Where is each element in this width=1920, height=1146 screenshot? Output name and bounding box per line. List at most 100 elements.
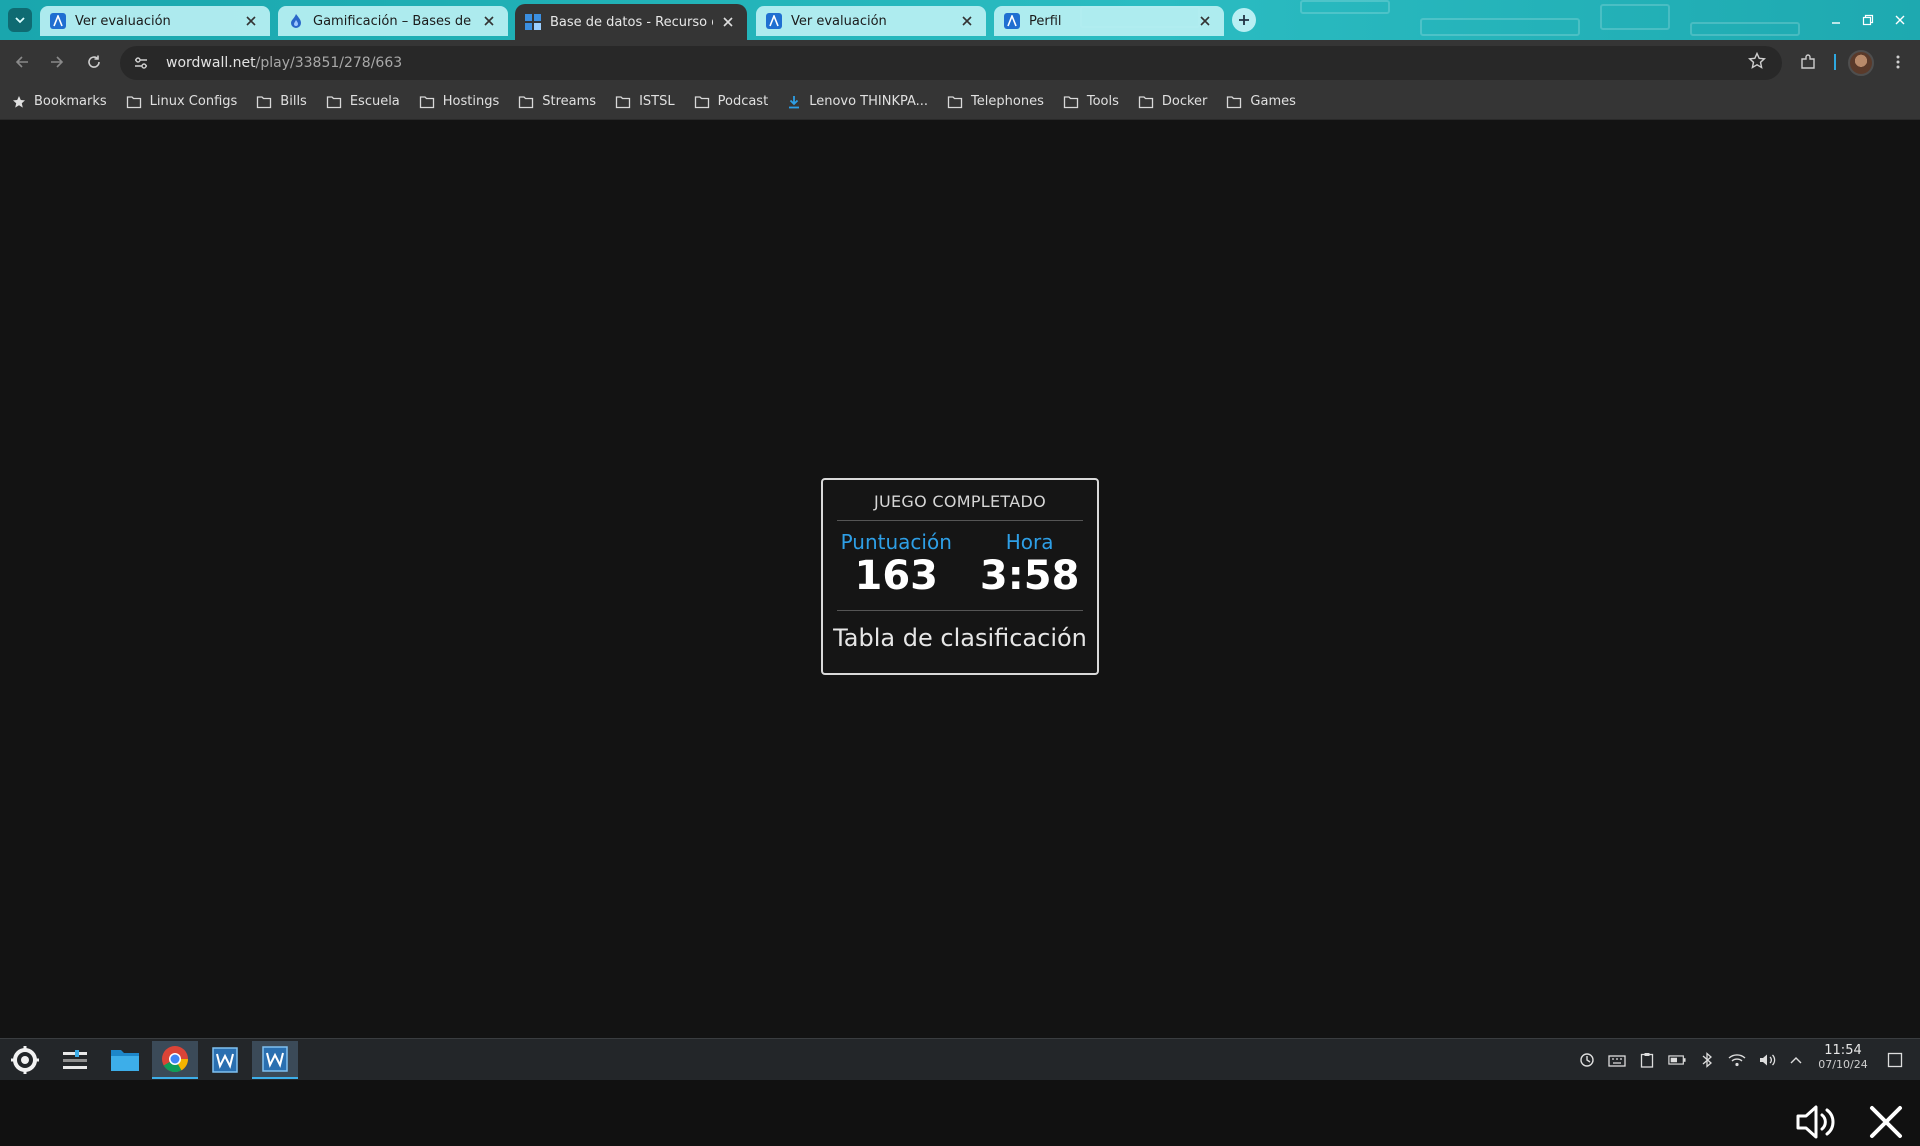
address-bar[interactable]: wordwall.net/play/33851/278/663 — [120, 46, 1782, 80]
sliders-icon — [63, 1050, 87, 1069]
wordwall-icon — [525, 14, 541, 30]
decor-shape — [1600, 4, 1670, 30]
kebab-menu-icon — [1896, 55, 1900, 69]
minimize-button[interactable] — [1826, 10, 1846, 30]
bookmark-escuela[interactable]: Escuela — [326, 94, 400, 109]
restore-button[interactable] — [1858, 10, 1878, 30]
app-launcher-button[interactable] — [2, 1041, 48, 1079]
bookmark-star-icon[interactable] — [1747, 51, 1770, 74]
bookmark-hostings[interactable]: Hostings — [419, 94, 499, 109]
tab-0[interactable]: Ver evaluación — [40, 6, 270, 36]
sound-toggle-button[interactable] — [1794, 1102, 1838, 1142]
tab-search-button[interactable] — [8, 8, 32, 32]
restore-icon — [1862, 14, 1874, 26]
score-value: 163 — [854, 553, 939, 599]
game-completed-heading: JUEGO COMPLETADO — [873, 492, 1047, 511]
clipboard-tray-icon[interactable] — [1638, 1051, 1656, 1069]
score-stat: Puntuación 163 — [841, 530, 952, 598]
bookmark-bills[interactable]: Bills — [256, 94, 307, 109]
bookmark-label: Podcast — [717, 94, 769, 109]
new-tab-button[interactable] — [1232, 8, 1256, 32]
tab-4[interactable]: Perfil — [994, 6, 1224, 36]
system-clock[interactable]: 11:54 07/10/24 — [1812, 1043, 1874, 1071]
tab-title: Gamificación – Bases de da — [313, 13, 474, 29]
tab-title: Perfil — [1029, 13, 1062, 29]
taskbar-app-w1[interactable] — [202, 1041, 248, 1079]
bookmark-podcast[interactable]: Podcast — [694, 94, 769, 109]
profile-avatar[interactable] — [1848, 50, 1874, 76]
battery-tray-icon[interactable] — [1668, 1051, 1686, 1069]
bookmark-games[interactable]: Games — [1226, 94, 1296, 109]
arrow-left-icon — [15, 56, 28, 68]
back-button[interactable] — [10, 50, 34, 74]
site-settings-icon[interactable] — [130, 52, 152, 74]
bookmark-label: Linux Configs — [149, 94, 238, 109]
bookmark-label: Escuela — [349, 94, 400, 109]
divider — [837, 520, 1083, 521]
keyboard-tray-icon[interactable] — [1608, 1051, 1626, 1069]
tray-expand-icon[interactable] — [1787, 1051, 1805, 1069]
bookmark-label: Hostings — [442, 94, 500, 109]
forward-button[interactable] — [45, 50, 69, 74]
azure-a-icon — [1004, 13, 1020, 29]
show-desktop-button[interactable] — [1886, 1051, 1904, 1069]
close-icon[interactable] — [1196, 12, 1214, 30]
close-icon — [1895, 15, 1905, 25]
close-icon[interactable] — [242, 12, 260, 30]
decor-shape — [1690, 22, 1800, 36]
tab-3[interactable]: Ver evaluación — [756, 6, 986, 36]
close-icon — [1870, 1106, 1902, 1138]
close-icon[interactable] — [719, 13, 737, 31]
taskbar-chrome[interactable] — [152, 1041, 198, 1079]
bookmarks-bar: Bookmarks Linux Configs Bills Escuela Ho… — [0, 84, 1920, 120]
decor-shape — [1420, 18, 1580, 36]
writer-icon — [212, 1047, 238, 1073]
reload-button[interactable] — [82, 50, 106, 74]
taskbar-file-manager[interactable] — [102, 1041, 148, 1079]
window-close-button[interactable] — [1890, 10, 1910, 30]
tab-1[interactable]: Gamificación – Bases de da — [278, 6, 508, 36]
tab-title: Base de datos - Recurso did — [550, 14, 713, 30]
bookmark-label: Bookmarks — [34, 94, 107, 109]
tab-2-active[interactable]: Base de datos - Recurso did — [515, 4, 747, 40]
bookmark-label: Tools — [1086, 94, 1119, 109]
bookmark-bookmarks[interactable]: Bookmarks — [12, 94, 107, 109]
bookmark-tools[interactable]: Tools — [1063, 94, 1119, 109]
bookmark-streams[interactable]: Streams — [518, 94, 596, 109]
menu-button[interactable] — [1886, 50, 1910, 74]
speaker-icon — [1796, 1105, 1835, 1139]
wifi-tray-icon[interactable] — [1728, 1051, 1746, 1069]
bookmark-lenovo[interactable]: Lenovo THINKPA... — [787, 94, 928, 109]
score-label: Puntuación — [840, 530, 952, 554]
bluetooth-tray-icon[interactable] — [1698, 1051, 1716, 1069]
taskbar-settings-app[interactable] — [52, 1041, 98, 1079]
close-icon[interactable] — [480, 12, 498, 30]
taskbar-app-w2[interactable] — [252, 1041, 298, 1079]
desktop-icon — [1887, 1052, 1903, 1068]
download-icon — [789, 95, 800, 108]
volume-tray-icon[interactable] — [1758, 1051, 1776, 1069]
bookmark-docker[interactable]: Docker — [1138, 94, 1207, 109]
folder-icon — [1227, 95, 1242, 108]
chrome-icon — [162, 1046, 189, 1073]
folder-icon — [947, 95, 963, 108]
leaderboard-button[interactable]: Tabla de clasificación — [823, 624, 1097, 652]
game-viewport: JUEGO COMPLETADO Puntuación 163 Hora 3:5… — [0, 120, 1920, 1139]
vpn-tray-icon[interactable] — [1578, 1051, 1596, 1069]
bookmark-istsl[interactable]: ISTSL — [615, 94, 675, 109]
bookmark-linux-configs[interactable]: Linux Configs — [126, 94, 238, 109]
time-stat: Hora 3:58 — [980, 530, 1080, 598]
close-icon[interactable] — [958, 12, 976, 30]
puzzle-icon — [1801, 54, 1815, 69]
time-label: Hora — [1005, 530, 1054, 554]
azure-a-icon — [50, 13, 66, 29]
bookmark-telephones[interactable]: Telephones — [947, 94, 1044, 109]
system-taskbar: 11:54 07/10/24 — [0, 1038, 1920, 1080]
folder-icon — [694, 95, 709, 108]
extensions-button[interactable] — [1796, 50, 1820, 74]
bookmark-label: Games — [1250, 94, 1296, 109]
close-game-button[interactable] — [1866, 1102, 1906, 1142]
azure-a-icon — [766, 13, 782, 29]
reload-icon — [88, 55, 100, 68]
clock-time: 11:54 — [1824, 1043, 1862, 1058]
